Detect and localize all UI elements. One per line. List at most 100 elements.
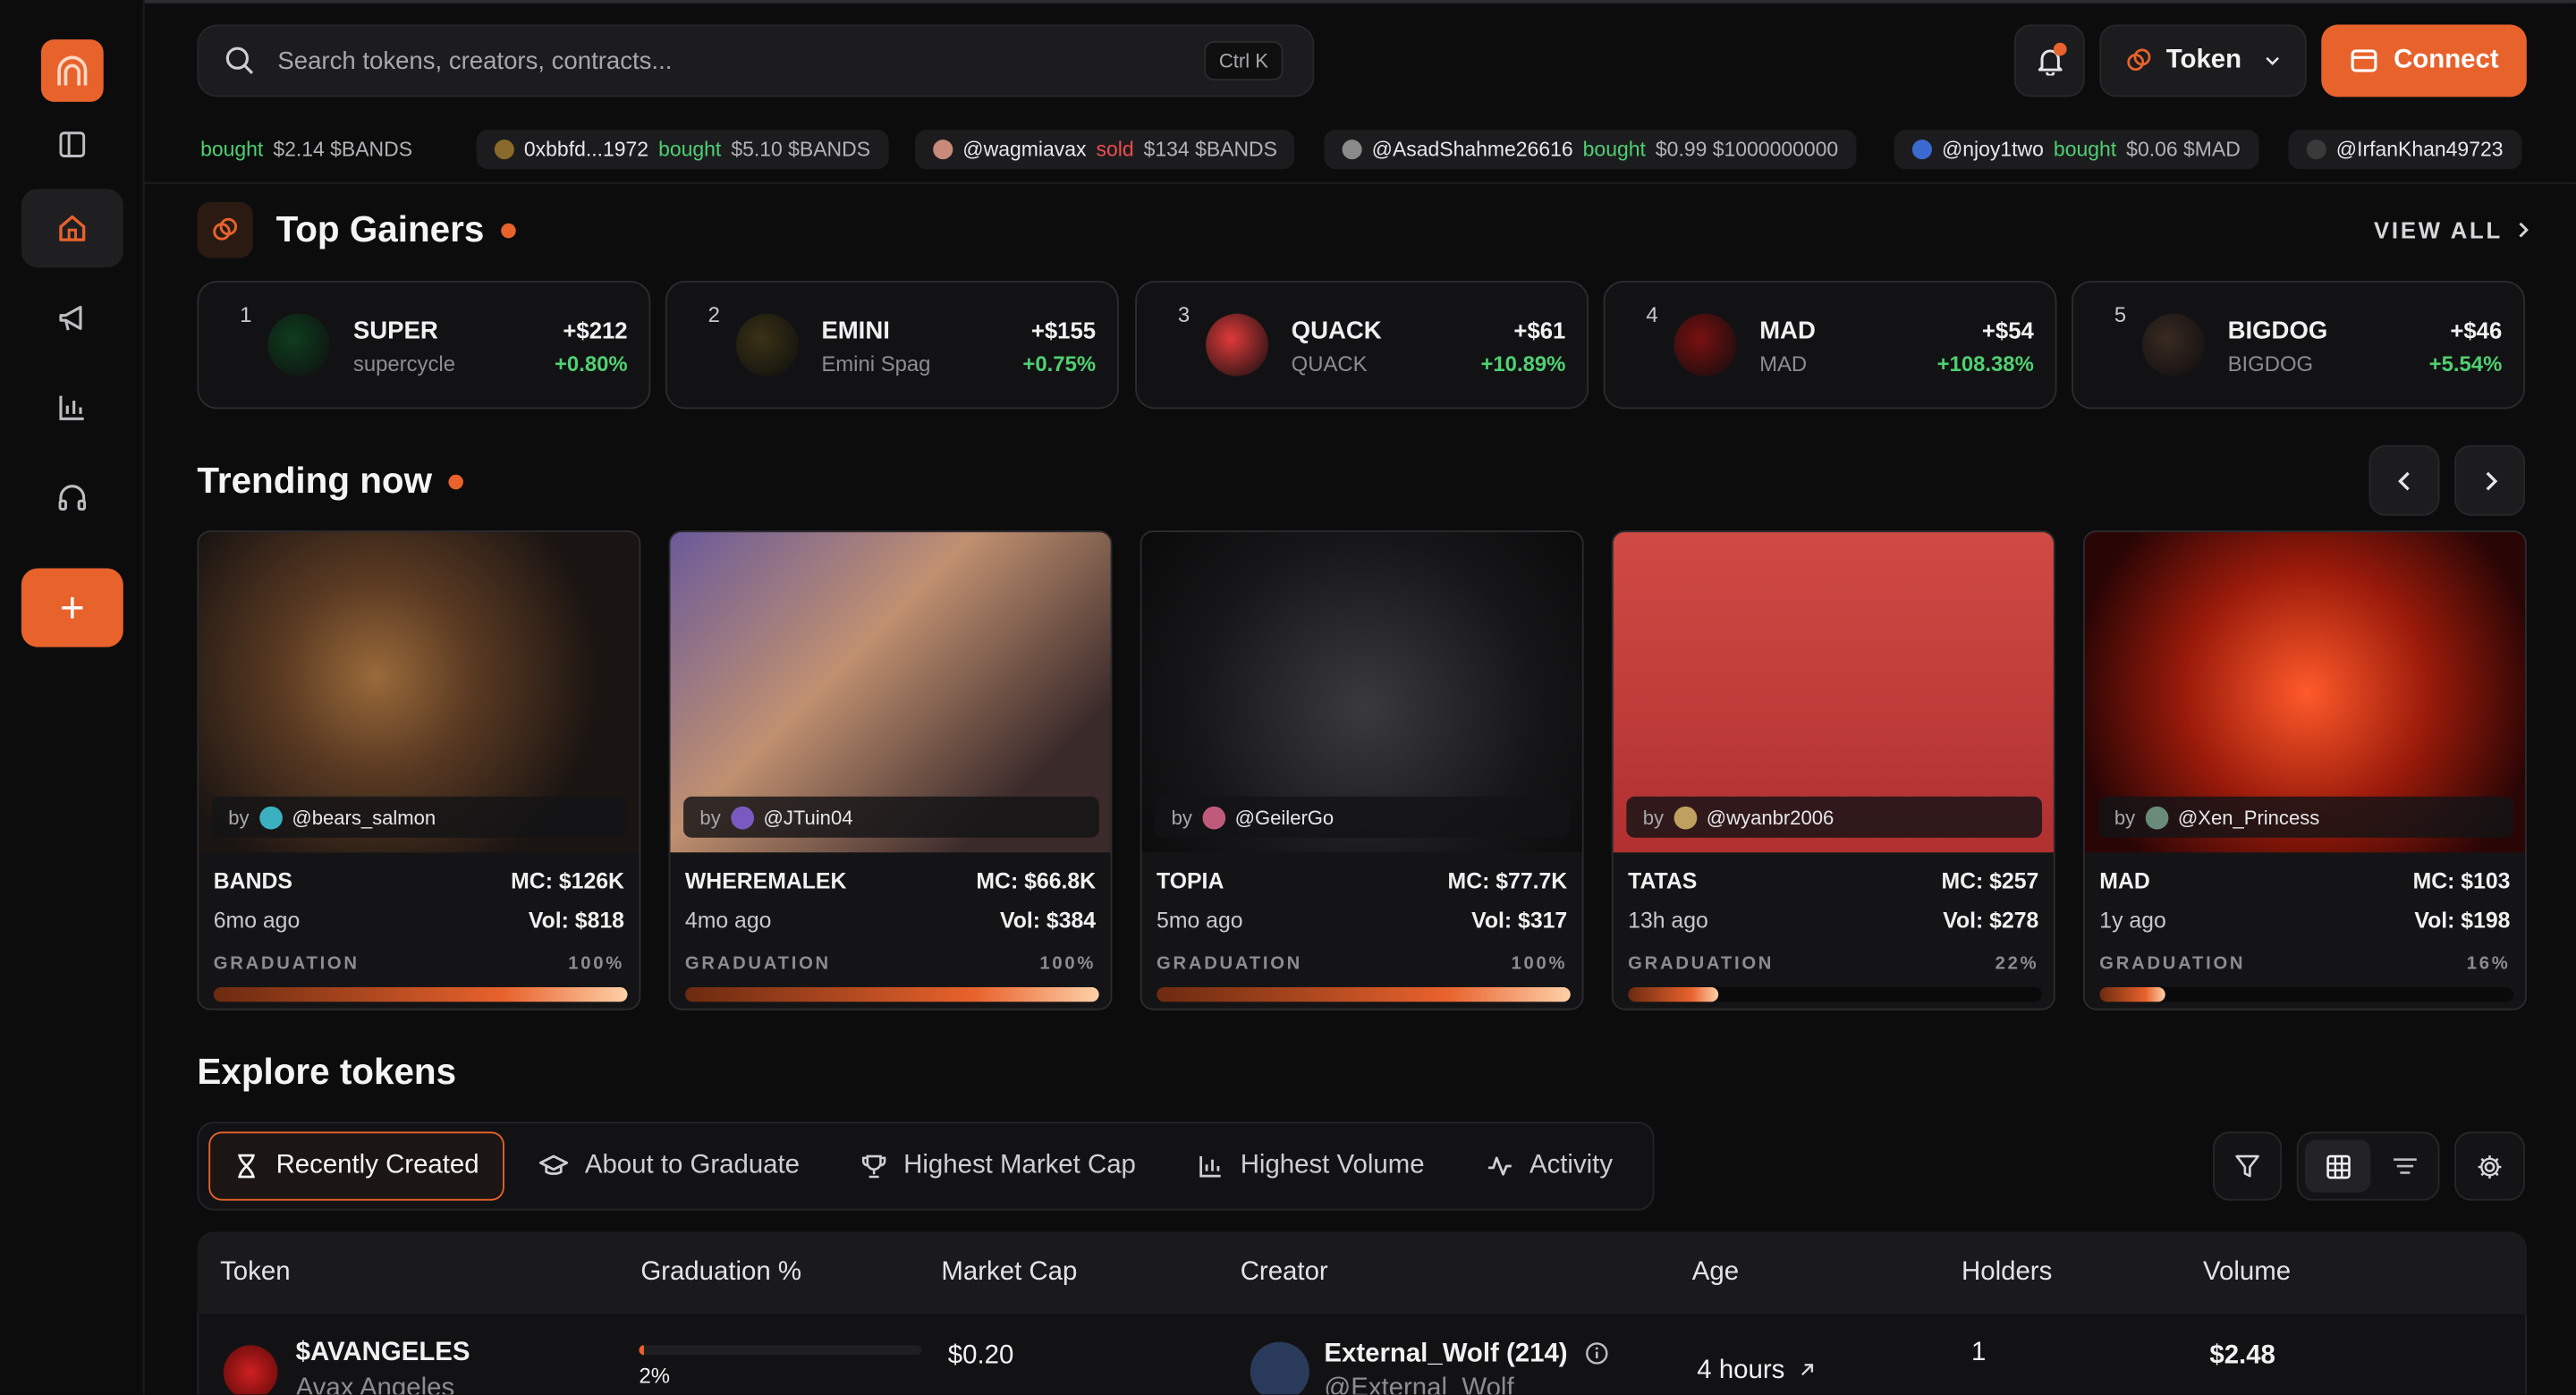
avatar [1911,140,1932,160]
gainer-rank: 1 [240,301,252,327]
trending-card[interactable]: by @Xen_Princess MAD MC: $103 1y ago Vol: $19… [2082,530,2527,1010]
sidebar-toggle-icon[interactable] [21,106,123,184]
coins-icon [2127,48,2151,71]
gainer-percent: +0.80% [554,351,628,376]
top-border [0,0,2576,4]
settings-button[interactable] [2454,1131,2526,1201]
ticker-item[interactable]: @wagmiavax sold $134 $BANDS [915,130,1296,170]
trophy-icon [861,1154,886,1179]
info-icon[interactable] [1585,1342,1608,1365]
connect-button[interactable]: Connect [2321,24,2527,97]
trending-card[interactable]: by @bears_salmon BANDS MC: $126K 6mo ago Vol:… [197,530,641,1010]
live-dot [500,222,516,238]
plus-icon: + [59,582,85,632]
fade-overlay [1746,282,1763,408]
creator-byline[interactable]: by @wyanbr2006 [1626,796,2043,838]
create-token-button[interactable]: + [21,568,123,647]
gainer-card[interactable]: 2 EMINI Emini Spag +$155 +0.75% [665,281,1119,410]
creator-avatar [258,805,283,829]
gainer-card[interactable]: 3 QUACK QUACK +$61 +10.89% [1135,281,1589,410]
trending-card[interactable]: by @wyanbr2006 TATAS MC: $257 13h ago Vol: $2… [1611,530,2055,1010]
app-logo[interactable] [40,39,104,102]
creator-byline[interactable]: by @JTuin04 [683,796,1099,838]
gainer-value: +$155 [1030,317,1097,343]
sidebar-item-home[interactable] [21,189,123,268]
token-name[interactable]: $AVANGELES [296,1339,470,1368]
graduation-fill [213,986,628,1002]
graduation-label: GRADUATION [684,954,831,975]
trending-card[interactable]: by @JTuin04 WHEREMALEK MC: $66.8K 4mo ago Vol… [668,530,1113,1010]
by-label: by [228,805,250,829]
creator-byline[interactable]: by @bears_salmon [211,796,628,838]
gainer-card[interactable]: 4 MAD MAD +$54 +108.38% [1603,281,2057,410]
notifications-button[interactable] [2013,24,2085,97]
column-header-market-cap[interactable]: Market Cap [941,1258,1077,1288]
ticker-item[interactable]: @IrfanKhan49723 [2288,130,2521,170]
graduation-label: GRADUATION [213,954,360,975]
graduation-percent: 100% [1511,954,1568,975]
token-avatar [267,313,331,376]
tab-highest-market-cap[interactable]: Highest Market Cap [838,1131,1159,1200]
ticker-amount: $5.10 $BANDS [731,138,871,161]
graduation-percent: 2% [639,1363,671,1389]
gear-icon [2478,1154,2502,1178]
view-all-link[interactable]: VIEW ALL [2374,216,2532,243]
column-header-creator[interactable]: Creator [1241,1258,1328,1288]
search-bar[interactable]: Ctrl K [197,24,1315,97]
token-age: 4mo ago [684,908,772,934]
creator-avatar [1201,805,1225,829]
gainer-symbol: EMINI [821,317,890,345]
ticker-user: @njoy1two [1941,138,2044,161]
by-label: by [2114,805,2136,829]
ticker-item[interactable]: 0xbbfd...1972 bought $5.10 $BANDS [476,130,889,170]
column-header-volume[interactable]: Volume [2203,1258,2291,1288]
graduation-cap-icon [538,1154,569,1175]
trending-heading: Trending now [197,460,463,503]
avatar [2306,140,2326,160]
ticker-item[interactable]: bought $2.14 $BANDS [184,130,431,169]
tab-activity[interactable]: Activity [1463,1131,1635,1200]
market-cap-value: $0.20 [947,1341,1014,1370]
sidebar-item-analytics[interactable] [21,368,123,446]
sidebar-item-campaigns[interactable] [21,279,123,358]
market-cap: MC: $77.7K [1447,868,1568,894]
ticker-item[interactable]: @njoy1two bought $0.06 $MAD [1894,130,2259,170]
creator-avatar [730,805,754,829]
list-view-button[interactable] [2374,1140,2436,1193]
market-cap: MC: $103 [2412,868,2511,894]
search-input[interactable] [277,46,1205,75]
app-root: + Ctrl K Token Connect bought $2.14 $BAN… [0,0,2576,1395]
gainer-card[interactable]: 1 SUPER supercycle +$212 +0.80% [197,281,651,410]
trending-card[interactable]: by @GeilerGo TOPIA MC: $77.7K 5mo ago Vol: $3… [1140,530,1584,1010]
gainer-percent: +10.89% [1480,351,1566,376]
graduation-track [2099,986,2514,1002]
column-header-holders[interactable]: Holders [1962,1258,2052,1288]
column-header-token[interactable]: Token [220,1258,290,1288]
token-volume: Vol: $818 [528,908,624,934]
filter-button[interactable] [2213,1131,2283,1201]
table-row[interactable]: $AVANGELES Avax Angeles 2% $0.20 Externa… [197,1314,2527,1395]
graduation-fill [1628,986,1719,1002]
chevron-down-icon [2267,56,2280,65]
tab-recently-created[interactable]: Recently Created [208,1131,504,1201]
token-selector[interactable]: Token [2099,24,2307,97]
gainer-card[interactable]: 5 BIGDOG BIGDOG +$46 +5.54% [2072,281,2526,410]
creator-byline[interactable]: by @Xen_Princess [2097,796,2514,838]
age-wrap[interactable]: 4 hours [1697,1357,1815,1386]
sidebar-item-support[interactable] [21,458,123,537]
by-label: by [1171,805,1192,829]
gainer-symbol: BIGDOG [2227,317,2328,345]
creator-name-wrap[interactable]: External_Wolf (214) [1324,1340,1607,1370]
fade-overlay [1277,282,1295,408]
column-header-age[interactable]: Age [1692,1258,1739,1288]
tab-about-to-graduate[interactable]: About to Graduate [516,1131,823,1200]
trending-next-button[interactable] [2454,444,2526,516]
column-header-graduation[interactable]: Graduation % [640,1258,801,1288]
creator-byline[interactable]: by @GeilerGo [1155,796,1571,838]
tab-label: Highest Volume [1240,1151,1425,1179]
tab-highest-volume[interactable]: Highest Volume [1174,1131,1447,1200]
trending-prev-button[interactable] [2368,444,2440,516]
ticker-action: bought [1582,138,1646,161]
ticker-item[interactable]: @AsadShahme26616 bought $0.99 $100000000… [1324,130,1857,170]
grid-view-button[interactable] [2304,1139,2371,1193]
